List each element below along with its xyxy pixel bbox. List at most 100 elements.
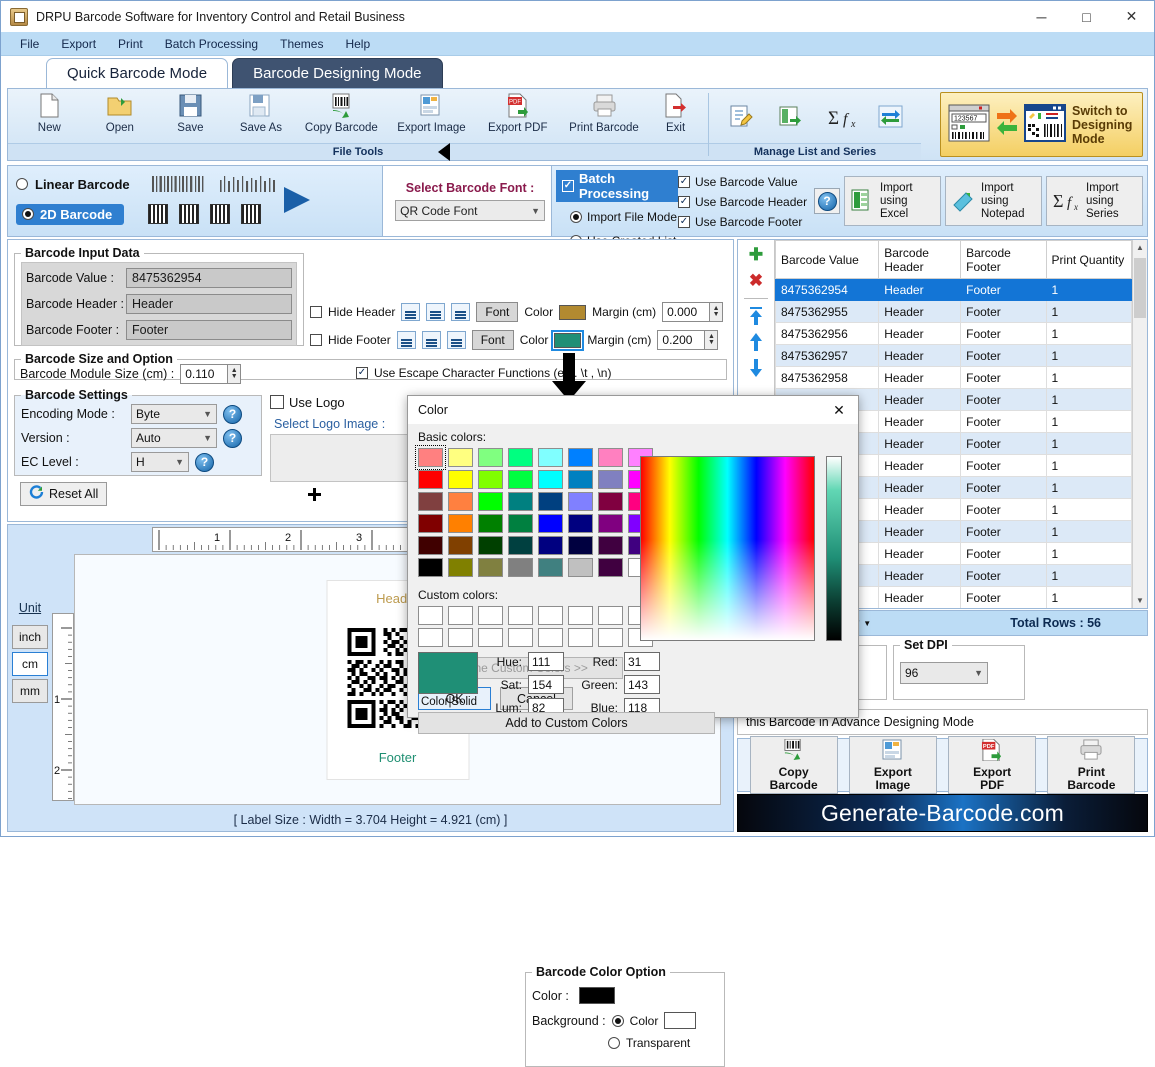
custom-color-swatch[interactable] xyxy=(538,606,563,625)
custom-color-swatch[interactable] xyxy=(418,628,443,647)
basic-color-swatch[interactable] xyxy=(538,514,563,533)
print-quantity-cell[interactable]: 1 xyxy=(1045,542,1132,565)
hide-footer-checkbox[interactable] xyxy=(310,334,322,346)
barcode-header-input[interactable]: Header xyxy=(126,294,292,314)
table-row[interactable]: 8475362958 Header Footer 1 xyxy=(775,366,1132,389)
print-quantity-cell[interactable]: 1 xyxy=(1045,520,1132,543)
custom-color-swatch[interactable] xyxy=(478,606,503,625)
barcode-footer-cell[interactable]: Footer xyxy=(960,520,1047,543)
unit-inch-button[interactable]: inch xyxy=(12,625,48,649)
print-quantity-cell[interactable]: 1 xyxy=(1045,344,1132,367)
basic-color-swatch[interactable] xyxy=(478,448,503,467)
batch-processing-checkbox[interactable]: ✓ xyxy=(562,180,574,192)
print-quantity-cell[interactable]: 1 xyxy=(1045,388,1132,411)
table-row[interactable]: 8475362955 Header Footer 1 xyxy=(775,300,1132,323)
menu-item-help[interactable]: Help xyxy=(334,34,381,54)
color-dialog[interactable]: Color ✕ Basic colors: Custom colors: Def… xyxy=(407,395,859,734)
add-to-custom-colors-button[interactable]: Add to Custom Colors xyxy=(418,712,715,734)
menu-item-print[interactable]: Print xyxy=(107,34,154,54)
batch-help-button[interactable]: ? xyxy=(814,188,840,214)
ribbon-save-button[interactable]: Save xyxy=(155,90,226,142)
print-quantity-cell[interactable]: 1 xyxy=(1045,564,1132,587)
footer-align-left-button[interactable] xyxy=(396,331,416,349)
custom-color-swatch[interactable] xyxy=(508,606,533,625)
column-print-quantity[interactable]: Print Quantity xyxy=(1045,240,1132,279)
basic-color-swatch[interactable] xyxy=(568,448,593,467)
basic-color-swatch[interactable] xyxy=(418,536,443,555)
maximize-button[interactable]: □ xyxy=(1064,1,1109,32)
basic-color-swatch[interactable] xyxy=(478,536,503,555)
scroll-down-arrow-icon[interactable]: ▼ xyxy=(1133,593,1147,608)
print-quantity-cell[interactable]: 1 xyxy=(1045,476,1132,499)
barcode-value-cell[interactable]: 8475362954 xyxy=(775,278,880,301)
barcode-header-cell[interactable]: Header xyxy=(878,300,962,323)
import-file-mode-radio[interactable] xyxy=(570,211,582,223)
scroll-up-arrow-icon[interactable]: ▲ xyxy=(1133,240,1147,255)
basic-color-swatch[interactable] xyxy=(478,558,503,577)
background-transparent-row[interactable]: Transparent xyxy=(608,1036,718,1050)
basic-color-swatch[interactable] xyxy=(598,448,623,467)
barcode-footer-cell[interactable]: Footer xyxy=(960,586,1047,608)
footer-font-button[interactable]: Font xyxy=(471,330,514,350)
custom-color-swatch[interactable] xyxy=(418,606,443,625)
barcode-header-cell[interactable]: Header xyxy=(878,564,962,587)
tab-barcode-designing-mode[interactable]: Barcode Designing Mode xyxy=(232,58,443,88)
color-dialog-close-icon[interactable]: ✕ xyxy=(824,397,854,423)
twod-barcode-radio[interactable] xyxy=(22,208,34,220)
basic-color-swatch[interactable] xyxy=(448,492,473,511)
export-pdf-action-button[interactable]: PDF Export PDF xyxy=(948,736,1037,794)
basic-color-swatch[interactable] xyxy=(538,448,563,467)
barcode-header-cell[interactable]: Header xyxy=(878,432,962,455)
basic-color-swatch[interactable] xyxy=(538,558,563,577)
barcode-footer-cell[interactable]: Footer xyxy=(960,366,1047,389)
barcode-footer-cell[interactable]: Footer xyxy=(960,278,1047,301)
version-select[interactable]: Auto ▼ xyxy=(131,428,217,448)
basic-color-swatch[interactable] xyxy=(418,514,443,533)
footer-align-right-button[interactable] xyxy=(446,331,466,349)
hide-header-checkbox[interactable] xyxy=(310,306,322,318)
column-barcode-footer[interactable]: Barcode Footer xyxy=(960,240,1047,279)
luminosity-slider[interactable] xyxy=(826,456,842,641)
ribbon-new-button[interactable]: New xyxy=(14,90,85,142)
barcode-value-cell[interactable]: 8475362955 xyxy=(775,300,880,323)
ec-level-select[interactable]: H ▼ xyxy=(131,452,189,472)
unit-mm-button[interactable]: mm xyxy=(12,679,48,703)
basic-color-swatch[interactable] xyxy=(538,536,563,555)
sat-input[interactable]: 154 xyxy=(528,675,564,694)
add-row-icon[interactable]: ✚ xyxy=(745,244,767,266)
basic-color-swatch[interactable] xyxy=(508,470,533,489)
module-size-input[interactable]: 0.110 xyxy=(180,364,229,384)
basic-color-swatch[interactable] xyxy=(598,470,623,489)
module-size-stepper[interactable]: ▲ ▼ xyxy=(228,364,242,384)
table-row[interactable]: 8475362954 Header Footer 1 xyxy=(775,278,1132,301)
switch-to-designing-mode-button[interactable]: 123567 Switch to Designing Mode xyxy=(940,92,1143,157)
barcode-font-select[interactable]: QR Code Font ▼ xyxy=(395,200,545,221)
barcode-value-cell[interactable]: 8475362958 xyxy=(775,366,880,389)
print-quantity-cell[interactable]: 1 xyxy=(1045,300,1132,323)
linear-barcode-row[interactable]: Linear Barcode xyxy=(16,170,374,198)
use-barcode-header-checkbox[interactable]: ✓ xyxy=(678,196,690,208)
barcode-header-cell[interactable]: Header xyxy=(878,410,962,433)
print-quantity-cell[interactable]: 1 xyxy=(1045,432,1132,455)
import-using-notepad-button[interactable]: Import using Notepad xyxy=(945,176,1042,226)
background-color-radio[interactable] xyxy=(611,1014,624,1027)
basic-color-swatch[interactable] xyxy=(568,492,593,511)
header-color-swatch[interactable] xyxy=(559,304,587,320)
basic-color-swatch[interactable] xyxy=(448,514,473,533)
move-top-icon[interactable] xyxy=(745,305,767,327)
basic-color-swatch[interactable] xyxy=(478,514,503,533)
use-barcode-header-row[interactable]: ✓ Use Barcode Header xyxy=(678,192,810,212)
import-using-series-button[interactable]: Σfx Import using Series xyxy=(1046,176,1143,226)
import-file-mode-row[interactable]: Import File Mode xyxy=(570,207,678,227)
basic-color-swatch[interactable] xyxy=(508,558,533,577)
print-barcode-action-button[interactable]: Print Barcode xyxy=(1047,736,1136,794)
hue-input[interactable]: 111 xyxy=(528,652,564,671)
header-align-right-button[interactable] xyxy=(451,303,471,321)
basic-color-swatch[interactable] xyxy=(568,514,593,533)
escape-character-checkbox[interactable]: ✓ xyxy=(356,367,368,379)
header-align-center-button[interactable] xyxy=(426,303,446,321)
barcode-footer-cell[interactable]: Footer xyxy=(960,322,1047,345)
basic-color-swatch[interactable] xyxy=(448,470,473,489)
barcode-footer-cell[interactable]: Footer xyxy=(960,300,1047,323)
move-up-icon[interactable] xyxy=(745,331,767,353)
